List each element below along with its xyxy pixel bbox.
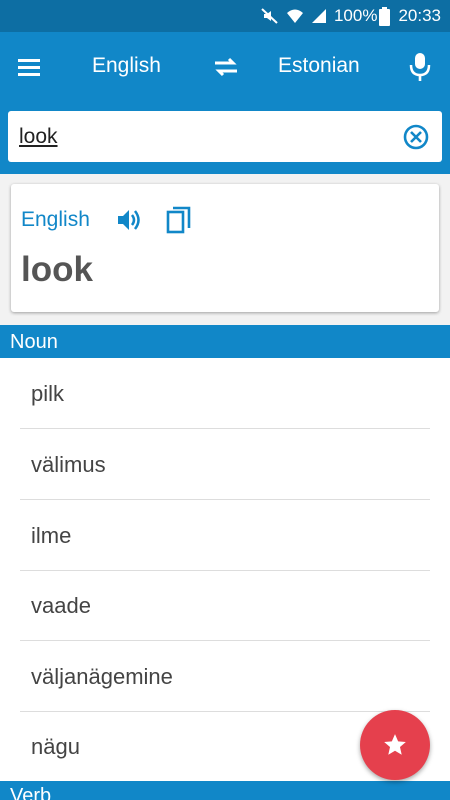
menu-icon[interactable] bbox=[16, 54, 44, 80]
clock: 20:33 bbox=[398, 6, 441, 25]
source-language-selector[interactable]: English bbox=[92, 54, 161, 78]
section-header-verb: Verb bbox=[0, 781, 450, 800]
search-box bbox=[8, 111, 442, 162]
battery-level: 100% bbox=[333, 6, 378, 25]
star-icon bbox=[384, 734, 406, 755]
wifi-icon bbox=[286, 7, 304, 25]
battery-icon bbox=[379, 6, 391, 26]
section-header-noun: Noun bbox=[0, 325, 450, 359]
favorite-button[interactable] bbox=[360, 710, 430, 780]
copy-icon[interactable] bbox=[165, 204, 193, 236]
search-area bbox=[0, 102, 450, 174]
translation-item[interactable]: välimus bbox=[20, 429, 430, 500]
speaker-icon[interactable] bbox=[115, 206, 143, 234]
signal-icon bbox=[311, 8, 327, 24]
target-language-selector[interactable]: Estonian bbox=[278, 54, 360, 78]
translation-item[interactable]: pilk bbox=[20, 358, 430, 429]
translation-item[interactable]: ilme bbox=[20, 500, 430, 571]
entry-word: look bbox=[21, 250, 93, 289]
entry-card: English look bbox=[11, 184, 439, 312]
mute-icon bbox=[261, 7, 279, 25]
app-toolbar: English Estonian bbox=[0, 32, 450, 102]
status-bar: 100% 20:33 bbox=[0, 0, 450, 32]
translation-item[interactable]: väljanägemine bbox=[20, 641, 430, 712]
swap-icon[interactable] bbox=[211, 53, 241, 81]
clear-circle-icon[interactable] bbox=[401, 122, 431, 152]
entry-language: English bbox=[21, 208, 90, 231]
microphone-icon[interactable] bbox=[406, 50, 434, 84]
translation-item[interactable]: vaade bbox=[20, 570, 430, 641]
search-input[interactable] bbox=[19, 123, 389, 151]
